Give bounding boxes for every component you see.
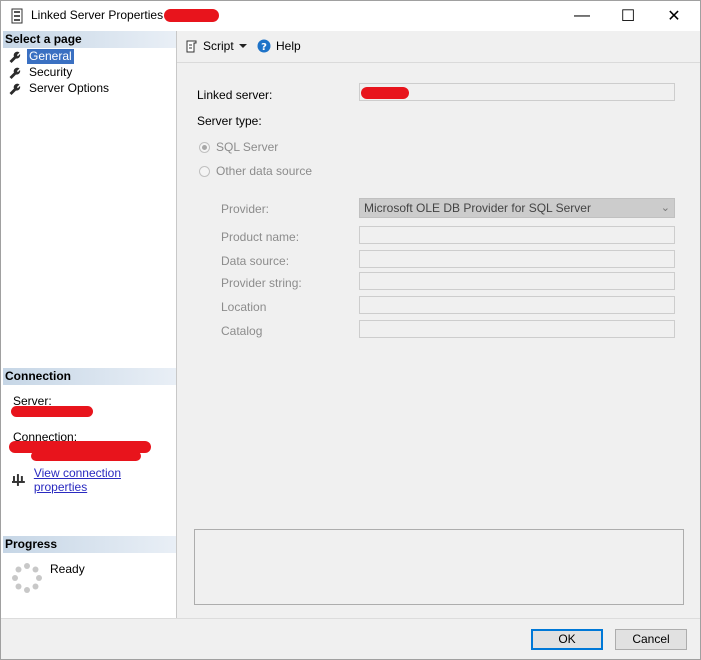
- connection-header: Connection: [3, 368, 176, 385]
- provider-value: Microsoft OLE DB Provider for SQL Server: [364, 201, 591, 215]
- select-page-header: Select a page: [3, 31, 176, 48]
- radio-selected-icon: [199, 141, 210, 153]
- data-source-label: Data source:: [221, 254, 290, 268]
- toolbar: Script ? Help: [177, 31, 700, 63]
- chevron-down-icon: ⌄: [660, 202, 670, 214]
- svg-text:?: ?: [261, 42, 267, 53]
- product-name-label: Product name:: [221, 230, 300, 244]
- provider-label: Provider:: [221, 202, 270, 216]
- sql-server-option-label: SQL Server: [216, 140, 279, 154]
- page-label: General: [27, 49, 74, 64]
- linked-server-properties-window: Linked Server Properties - — ☐ ✕ Select …: [0, 0, 701, 660]
- progress-status: Ready: [50, 562, 85, 576]
- maximize-button[interactable]: ☐: [605, 1, 651, 31]
- wrench-icon: [9, 67, 21, 79]
- close-button[interactable]: ✕: [651, 1, 697, 31]
- chevron-down-icon: [239, 44, 247, 48]
- linked-server-label: Linked server:: [197, 88, 273, 102]
- location-label: Location: [221, 300, 267, 314]
- other-data-source-option-label: Other data source: [216, 164, 313, 178]
- page-server-options[interactable]: Server Options: [9, 81, 111, 96]
- redacted-linked-server-value: [361, 87, 409, 99]
- catalog-field[interactable]: [359, 320, 675, 338]
- server-type-label: Server type:: [197, 114, 262, 128]
- redacted-server-value: [11, 406, 93, 417]
- dialog-button-bar: OK Cancel: [1, 618, 700, 659]
- data-source-field[interactable]: [359, 250, 675, 268]
- progress-header: Progress: [3, 536, 176, 553]
- provider-select[interactable]: Microsoft OLE DB Provider for SQL Server…: [359, 198, 675, 218]
- script-dropdown-button[interactable]: [239, 39, 252, 52]
- cancel-button[interactable]: Cancel: [615, 629, 687, 650]
- other-data-source-radio[interactable]: Other data source: [199, 164, 312, 178]
- catalog-label: Catalog: [221, 324, 263, 338]
- left-panel: Select a page General Security Server Op…: [1, 31, 177, 618]
- location-field[interactable]: [359, 296, 675, 314]
- view-connection-link[interactable]: View connection properties: [34, 466, 176, 494]
- connection-properties-icon: [12, 474, 25, 486]
- general-page-content: Linked server: Server type: SQL Server O…: [177, 63, 700, 618]
- view-connection-properties[interactable]: View connection properties: [12, 466, 176, 494]
- redacted-connection-value-2: [31, 451, 141, 461]
- page-label: Security: [29, 65, 73, 79]
- minimize-button[interactable]: —: [559, 1, 605, 31]
- script-icon: [186, 40, 197, 52]
- script-label: Script: [203, 39, 234, 53]
- help-label: Help: [276, 39, 301, 53]
- sql-server-radio[interactable]: SQL Server: [199, 140, 278, 154]
- help-button[interactable]: ? Help: [257, 39, 301, 53]
- ok-button[interactable]: OK: [531, 629, 603, 650]
- provider-string-label: Provider string:: [221, 276, 302, 290]
- progress-spinner-icon: [12, 563, 42, 593]
- server-icon: [11, 8, 23, 24]
- page-label: Server Options: [29, 81, 110, 95]
- wrench-icon: [9, 83, 21, 95]
- provider-string-field[interactable]: [359, 272, 675, 290]
- help-icon: ?: [257, 39, 271, 53]
- script-button[interactable]: Script: [185, 39, 234, 53]
- window-title: Linked Server Properties -: [31, 8, 171, 22]
- page-security[interactable]: Security: [9, 65, 74, 80]
- product-name-field[interactable]: [359, 226, 675, 244]
- title-bar: Linked Server Properties - — ☐ ✕: [1, 1, 700, 31]
- message-area: [194, 529, 684, 605]
- page-general[interactable]: General: [9, 49, 74, 64]
- radio-unselected-icon: [199, 165, 210, 177]
- redacted-server-name: [164, 9, 219, 22]
- wrench-icon: [9, 51, 21, 63]
